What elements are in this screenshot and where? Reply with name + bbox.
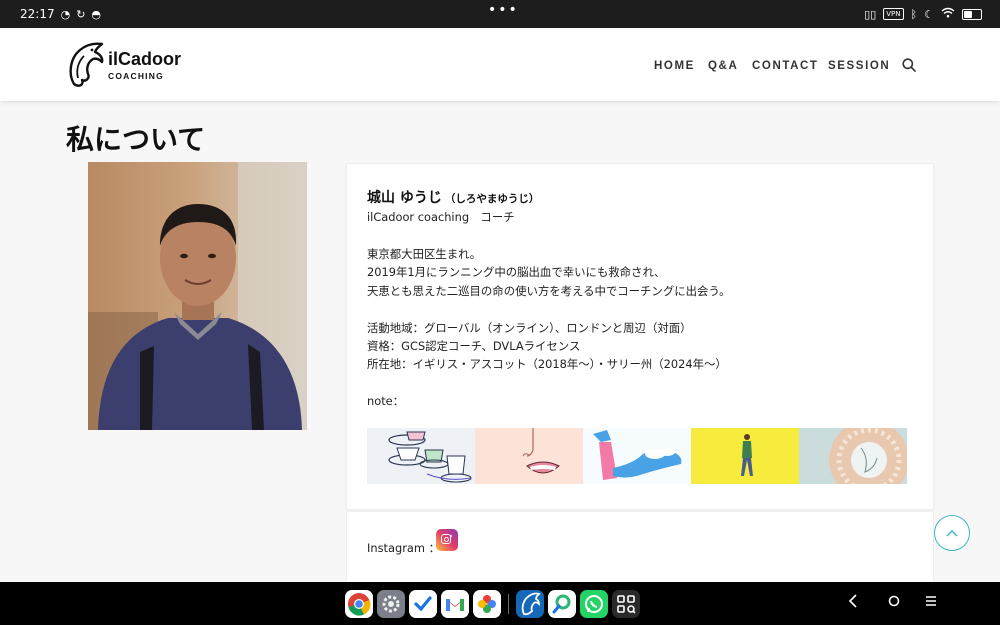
detail-line: 所在地：イギリス・アスコット（2018年〜）・サリー州（2024年〜） [367,357,727,371]
note-thumbnail-spiral[interactable] [799,428,907,484]
chrome-app-icon[interactable] [345,590,373,618]
battery-icon [962,8,982,20]
nav-session[interactable]: SESSION [828,60,890,72]
gmail-app-icon[interactable] [441,590,469,618]
whatsapp-app-icon[interactable] [580,590,608,618]
note-thumbnail-smile[interactable] [475,428,583,484]
bluetooth-icon: ᛒ [910,7,918,21]
note-label: note： [367,394,405,408]
profile-card: 城山 ゆうじ （しろやまゆうじ） ilCadoor coaching コーチ 東京… [346,163,934,510]
nav-home[interactable]: HOME [654,60,695,72]
site-header: ilCadoor COACHING HOME Q&A CONTACT SESSI… [0,28,1000,101]
status-bar: 22:17 ◔ ↻ ◓ ••• ▯▯ VPN ᛒ ☾ [0,0,1000,28]
recent-apps-button[interactable] [924,594,938,612]
vpn-icon: VPN [883,8,904,20]
detail-line: 資格：GCS認定コーチ、DVLAライセンス [367,339,581,353]
logo-wordmark: ilCadoor [108,49,182,69]
reading-mode-icon: ▯▯ [864,7,877,21]
instagram-card: Instagram ： [346,511,934,593]
status-time: 22:17 [20,7,55,21]
note-thumbnail-teacups[interactable] [367,428,475,484]
app-drawer-icon[interactable] [612,590,640,618]
instagram-label: Instagram ： [367,541,440,555]
tasks-app-icon[interactable] [409,590,437,618]
app-dock [345,589,640,619]
bio-line: 天恵とも思えた二巡目の命の使い方を考える中でコーチングに出会う。 [367,284,731,298]
nav-contact[interactable]: CONTACT [752,60,819,72]
page-title: 私について [66,123,206,156]
logo-subtitle: COACHING [108,71,164,81]
profile-name-kana: （しろやまゆうじ） [444,193,540,205]
profile-photo [88,162,307,430]
ilcadoor-app-icon[interactable] [516,590,544,618]
app-notification-icon: ◓ [91,7,102,21]
nav-qa[interactable]: Q&A [708,60,738,72]
note-thumbnail-figure-yellow[interactable] [691,428,799,484]
profile-role: ilCadoor coaching コーチ [367,210,515,224]
bio-line: 2019年1月にランニング中の脳出血で幸いにも救命され、 [367,265,666,279]
back-button[interactable] [848,594,858,612]
note-thumbnail-strip [367,428,907,484]
photos-app-icon[interactable] [473,590,501,618]
profile-name: 城山 ゆうじ （しろやまゆうじ） [367,187,539,207]
sync-icon: ↻ [76,7,86,21]
dock-separator [508,594,509,614]
multitask-dots[interactable]: ••• [488,2,519,18]
chevron-up-icon [946,529,958,537]
home-button[interactable] [887,594,901,612]
scroll-to-top-button[interactable] [934,515,970,551]
note-thumbnail-cloud-figure[interactable] [583,428,691,484]
system-navigation-bar [0,582,1000,625]
search-icon[interactable] [902,58,916,72]
detail-line: 活動地域：グローバル（オンライン）、ロンドンと周辺（対面） [367,321,692,335]
wifi-icon [941,7,955,21]
instagram-icon[interactable] [436,529,458,551]
profile-name-text: 城山 ゆうじ [367,190,442,206]
data-saver-icon: ◔ [60,7,71,21]
site-logo[interactable]: ilCadoor COACHING [66,40,181,90]
bio-line: 東京都大田区生まれ。 [367,247,482,261]
search-lens-app-icon[interactable] [548,590,576,618]
dolphin-logo-icon [69,42,104,87]
settings-app-icon[interactable] [377,590,405,618]
moon-icon: ☾ [924,7,934,21]
